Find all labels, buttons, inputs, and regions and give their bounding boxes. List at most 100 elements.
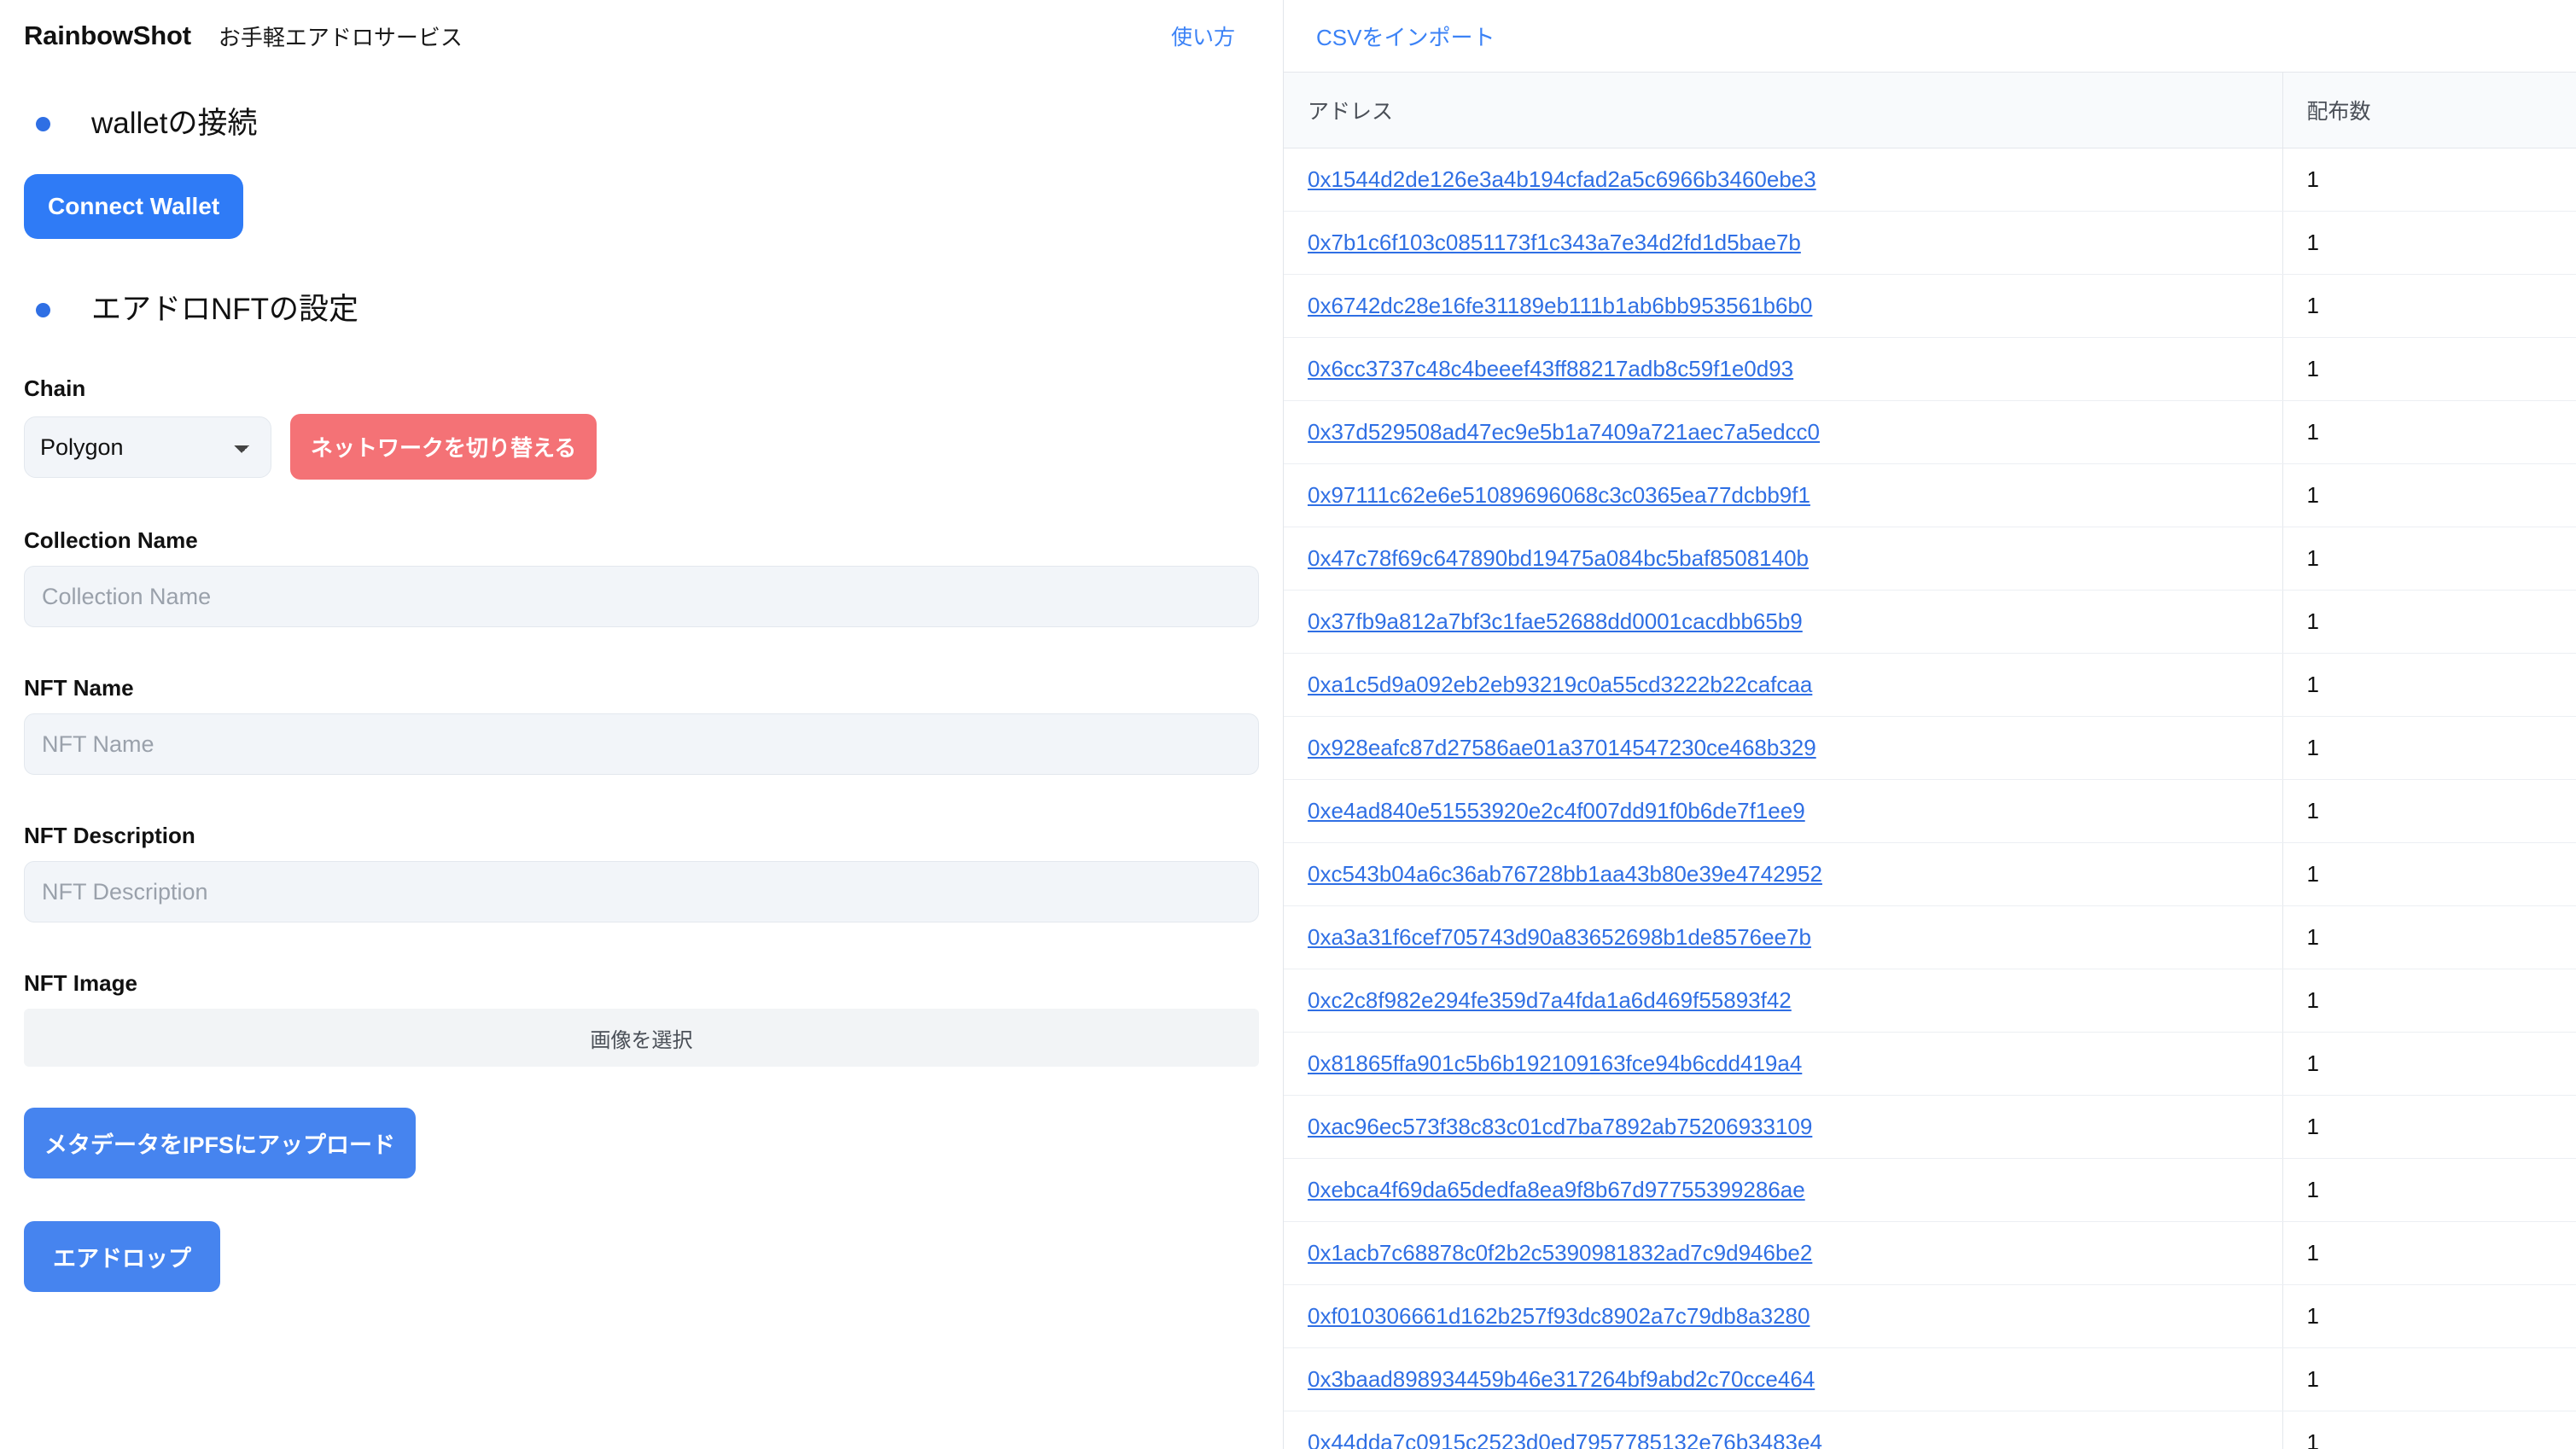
nft-image-select-text: 画像を選択 [590, 1028, 693, 1052]
nft-name-input[interactable] [24, 713, 1259, 775]
count-cell: 1 [2282, 400, 2576, 464]
step-nft-settings-label: エアドロNFTの設定 [91, 293, 359, 326]
address-link[interactable]: 0xc543b04a6c36ab76728bb1aa43b80e39e47429… [1308, 861, 1822, 887]
address-link[interactable]: 0x47c78f69c647890bd19475a084bc5baf850814… [1308, 545, 1809, 571]
address-link[interactable]: 0x1544d2de126e3a4b194cfad2a5c6966b3460eb… [1308, 166, 1816, 192]
table-row: 0x1544d2de126e3a4b194cfad2a5c6966b3460eb… [1284, 148, 2576, 212]
address-link[interactable]: 0xac96ec573f38c83c01cd7ba7892ab752069331… [1308, 1114, 1812, 1139]
count-cell: 1 [2282, 463, 2576, 527]
table-row: 0x44dda7c0915c2523d0ed7957785132e76b3483… [1284, 1411, 2576, 1449]
csv-import-link[interactable]: CSVをインポート [1316, 20, 1495, 52]
table-row: 0xc543b04a6c36ab76728bb1aa43b80e39e47429… [1284, 842, 2576, 906]
address-link[interactable]: 0xe4ad840e51553920e2c4f007dd91f0b6de7f1e… [1308, 798, 1805, 823]
table-row: 0xe4ad840e51553920e2c4f007dd91f0b6de7f1e… [1284, 779, 2576, 843]
count-value: 1 [2306, 924, 2319, 950]
count-value: 1 [2306, 1303, 2319, 1329]
address-link[interactable]: 0x928eafc87d27586ae01a37014547230ce468b3… [1308, 735, 1816, 760]
collection-name-input[interactable] [24, 566, 1259, 627]
address-link[interactable]: 0x7b1c6f103c0851173f1c343a7e34d2fd1d5bae… [1308, 230, 1801, 255]
address-link[interactable]: 0xa3a31f6cef705743d90a83652698b1de8576ee… [1308, 924, 1811, 950]
table-row: 0x1acb7c68878c0f2b2c5390981832ad7c9d946b… [1284, 1221, 2576, 1285]
count-cell: 1 [2282, 590, 2576, 654]
count-value: 1 [2306, 798, 2319, 823]
nft-description-label: NFT Description [24, 823, 195, 848]
step-connect-wallet: walletの接続 [24, 106, 1259, 142]
count-cell: 1 [2282, 842, 2576, 906]
app-root: RainbowShot お手軽エアドロサービス 使い方 CSVをインポート wa… [0, 0, 2576, 1449]
count-value: 1 [2306, 166, 2319, 192]
table-row: 0xc2c8f982e294fe359d7a4fda1a6d469f55893f… [1284, 969, 2576, 1033]
address-link[interactable]: 0x6742dc28e16fe31189eb111b1ab6bb953561b6… [1308, 293, 1812, 318]
top-bar: RainbowShot お手軽エアドロサービス 使い方 CSVをインポート [0, 0, 2576, 72]
table-row: 0x3baad898934459b46e317264bf9abd2c70cce4… [1284, 1347, 2576, 1411]
table-row: 0xac96ec573f38c83c01cd7ba7892ab752069331… [1284, 1095, 2576, 1159]
count-value: 1 [2306, 419, 2319, 445]
nft-description-input[interactable] [24, 861, 1259, 922]
settings-panel: walletの接続 Connect Wallet エアドロNFTの設定 Chai… [0, 72, 1283, 1449]
count-cell: 1 [2282, 337, 2576, 401]
count-value: 1 [2306, 356, 2319, 381]
table-header-row: アドレス 配布数 [1284, 72, 2576, 148]
address-cell: 0xac96ec573f38c83c01cd7ba7892ab752069331… [1284, 1095, 2283, 1159]
address-link[interactable]: 0x3baad898934459b46e317264bf9abd2c70cce4… [1308, 1366, 1815, 1392]
step-connect-wallet-label: walletの接続 [91, 107, 258, 140]
table-row: 0x6742dc28e16fe31189eb111b1ab6bb953561b6… [1284, 274, 2576, 338]
count-cell: 1 [2282, 1095, 2576, 1159]
count-cell: 1 [2282, 1221, 2576, 1285]
address-cell: 0x47c78f69c647890bd19475a084bc5baf850814… [1284, 527, 2283, 591]
connect-wallet-button[interactable]: Connect Wallet [24, 174, 244, 239]
nft-image-file-picker[interactable]: 画像を選択 [24, 1009, 1259, 1067]
count-cell: 1 [2282, 527, 2576, 591]
column-header-count: 配布数 [2282, 72, 2576, 148]
address-cell: 0xf010306661d162b257f93dc8902a7c79db8a32… [1284, 1284, 2283, 1348]
address-cell: 0x6cc3737c48c4beeef43ff88217adb8c59f1e0d… [1284, 337, 2283, 401]
count-value: 1 [2306, 608, 2319, 634]
address-link[interactable]: 0x37fb9a812a7bf3c1fae52688dd0001cacdbb65… [1308, 608, 1803, 634]
address-cell: 0x97111c62e6e51089696068c3c0365ea77dcbb9… [1284, 463, 2283, 527]
table-row: 0x37fb9a812a7bf3c1fae52688dd0001cacdbb65… [1284, 590, 2576, 654]
count-value: 1 [2306, 861, 2319, 887]
body-split: walletの接続 Connect Wallet エアドロNFTの設定 Chai… [0, 72, 2576, 1449]
count-cell: 1 [2282, 779, 2576, 843]
table-row: 0xa3a31f6cef705743d90a83652698b1de8576ee… [1284, 905, 2576, 969]
bullet-dot-icon [36, 116, 50, 131]
address-link[interactable]: 0x44dda7c0915c2523d0ed7957785132e76b3483… [1308, 1429, 1822, 1449]
address-table-head: アドレス 配布数 [1284, 72, 2576, 148]
address-link[interactable]: 0xc2c8f982e294fe359d7a4fda1a6d469f55893f… [1308, 987, 1792, 1013]
address-link[interactable]: 0xa1c5d9a092eb2eb93219c0a55cd3222b22cafc… [1308, 672, 1812, 697]
address-table-body: 0x1544d2de126e3a4b194cfad2a5c6966b3460eb… [1284, 148, 2576, 1449]
address-link[interactable]: 0x37d529508ad47ec9e5b1a7409a721aec7a5edc… [1308, 419, 1820, 445]
step-nft-settings: エアドロNFTの設定 [24, 292, 1259, 328]
address-link[interactable]: 0x97111c62e6e51089696068c3c0365ea77dcbb9… [1308, 482, 1810, 508]
count-value: 1 [2306, 230, 2319, 255]
address-cell: 0xa1c5d9a092eb2eb93219c0a55cd3222b22cafc… [1284, 653, 2283, 717]
table-row: 0x6cc3737c48c4beeef43ff88217adb8c59f1e0d… [1284, 337, 2576, 401]
count-value: 1 [2306, 1366, 2319, 1392]
chain-row: Polygon ネットワークを切り替える [24, 414, 1259, 480]
address-link[interactable]: 0xf010306661d162b257f93dc8902a7c79db8a32… [1308, 1303, 1810, 1329]
address-link[interactable]: 0x81865ffa901c5b6b192109163fce94b6cdd419… [1308, 1050, 1802, 1076]
count-cell: 1 [2282, 1347, 2576, 1411]
upload-metadata-ipfs-button[interactable]: メタデータをIPFSにアップロード [24, 1108, 417, 1178]
chain-label: Chain [24, 375, 86, 401]
address-cell: 0x37fb9a812a7bf3c1fae52688dd0001cacdbb65… [1284, 590, 2283, 654]
table-row: 0x47c78f69c647890bd19475a084bc5baf850814… [1284, 527, 2576, 591]
address-cell: 0x1544d2de126e3a4b194cfad2a5c6966b3460eb… [1284, 148, 2283, 212]
airdrop-button[interactable]: エアドロップ [24, 1221, 220, 1292]
address-link[interactable]: 0x1acb7c68878c0f2b2c5390981832ad7c9d946b… [1308, 1240, 1812, 1266]
count-value: 1 [2306, 1429, 2319, 1449]
howto-link[interactable]: 使い方 [1171, 20, 1235, 51]
count-cell: 1 [2282, 905, 2576, 969]
address-table: アドレス 配布数 0x1544d2de126e3a4b194cfad2a5c69… [1284, 72, 2576, 1449]
count-cell: 1 [2282, 1411, 2576, 1449]
switch-network-button[interactable]: ネットワークを切り替える [290, 414, 597, 480]
count-value: 1 [2306, 987, 2319, 1013]
chain-select[interactable]: Polygon [24, 416, 271, 478]
address-link[interactable]: 0xebca4f69da65dedfa8ea9f8b67d97755399286… [1308, 1177, 1805, 1202]
count-cell: 1 [2282, 716, 2576, 780]
top-bar-right: CSVをインポート [1284, 0, 2576, 72]
address-cell: 0xc2c8f982e294fe359d7a4fda1a6d469f55893f… [1284, 969, 2283, 1033]
count-value: 1 [2306, 672, 2319, 697]
count-value: 1 [2306, 1240, 2319, 1266]
address-link[interactable]: 0x6cc3737c48c4beeef43ff88217adb8c59f1e0d… [1308, 356, 1793, 381]
